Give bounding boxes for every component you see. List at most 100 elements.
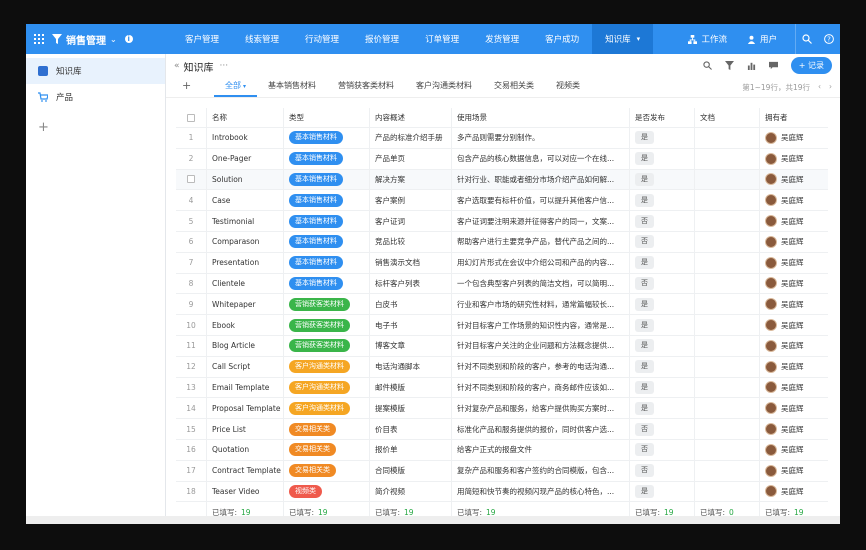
published-cell[interactable]: 是 — [630, 169, 695, 190]
name-cell[interactable]: Ebook — [207, 315, 284, 335]
document-cell[interactable] — [695, 356, 760, 377]
summary-cell[interactable]: 电子书 — [370, 315, 452, 335]
scene-cell[interactable]: 多产品则需要分别制作。 — [452, 128, 630, 148]
summary-cell[interactable]: 客户证词 — [370, 211, 452, 231]
owner-cell[interactable]: 吴庭辉 — [760, 482, 828, 502]
apps-grid-icon[interactable] — [26, 24, 52, 54]
summary-cell[interactable]: 简介视频 — [370, 481, 452, 502]
table-row[interactable]: 13 Email Template 客户沟通类材料 邮件模版 针对不同类别和阶段的客户，… — [176, 377, 828, 399]
published-cell[interactable]: 是 — [630, 315, 695, 335]
nav-tab[interactable]: 发货管理 — [472, 24, 532, 54]
column-header[interactable]: 文档 — [695, 108, 760, 127]
published-cell[interactable]: 否 — [630, 460, 695, 481]
add-table-button[interactable]: + — [26, 120, 165, 136]
app-switcher[interactable]: 销售管理 ⌄ i — [52, 32, 172, 47]
summary-cell[interactable]: 客户案例 — [370, 190, 452, 211]
published-cell[interactable]: 是 — [630, 377, 695, 398]
summary-cell[interactable]: 报价单 — [370, 439, 452, 460]
column-header[interactable]: 使用场景 — [452, 108, 630, 127]
type-cell[interactable]: 客户沟通类材料 — [284, 377, 370, 398]
comment-icon[interactable] — [769, 61, 779, 71]
more-options-icon[interactable]: ··· — [220, 61, 229, 71]
type-cell[interactable]: 视频类 — [284, 481, 370, 502]
published-cell[interactable]: 是 — [630, 252, 695, 273]
owner-cell[interactable]: 吴庭辉 — [760, 398, 828, 418]
type-cell[interactable]: 基本销售材料 — [284, 211, 370, 231]
type-cell[interactable]: 营销获客类材料 — [284, 335, 370, 356]
select-all-checkbox[interactable] — [187, 113, 195, 122]
view-tab[interactable]: 全部 ▾ — [214, 77, 258, 97]
name-cell[interactable]: Call Script — [207, 356, 284, 377]
table-row[interactable]: 5 Testimonial 基本销售材料 客户证词 客户证词要注明来源并征得客户的同一，… — [176, 211, 828, 232]
type-cell[interactable]: 营销获客类材料 — [284, 294, 370, 315]
type-cell[interactable]: 基本销售材料 — [284, 252, 370, 273]
summary-cell[interactable]: 合同模版 — [370, 460, 452, 481]
column-header[interactable]: 是否发布 — [630, 108, 695, 127]
column-header[interactable]: 类型 — [284, 108, 370, 127]
name-cell[interactable]: One-Pager — [207, 148, 284, 169]
type-cell[interactable]: 基本销售材料 — [284, 190, 370, 211]
table-row[interactable]: 14 Proposal Template 客户沟通类材料 提案模版 针对复杂产品和服务，… — [176, 398, 828, 420]
scene-cell[interactable]: 一个包含典型客户列表的简洁文档，可以简明... — [452, 273, 630, 294]
owner-cell[interactable]: 吴庭辉 — [760, 253, 828, 273]
document-cell[interactable] — [695, 460, 760, 481]
table-row[interactable]: 9 Whitepaper 营销获客类材料 白皮书 行业和客户市场的研究性材料，通常篇幅较… — [176, 294, 828, 316]
user-button[interactable]: 用户 — [737, 33, 787, 45]
table-row[interactable]: 18 Teaser Video 视频类 简介视频 用简短和快节奏的视频闪现产品的核心特色… — [176, 481, 828, 503]
published-cell[interactable]: 否 — [630, 211, 695, 231]
scene-cell[interactable]: 针对目标客户关注的企业问题和方法概念提供... — [452, 335, 630, 356]
scene-cell[interactable]: 针对目标客户工作场景的知识性内容，通常是... — [452, 315, 630, 335]
summary-cell[interactable]: 价目表 — [370, 419, 452, 439]
owner-cell[interactable]: 吴庭辉 — [760, 211, 828, 231]
document-cell[interactable] — [695, 252, 760, 273]
type-cell[interactable]: 交易相关类 — [284, 439, 370, 460]
table-row[interactable]: 7 Presentation 基本销售材料 销售演示文档 用幻灯片形式在会议中介绍公司和… — [176, 252, 828, 274]
scene-cell[interactable]: 针对不同类别和阶段的客户，参考的电话沟通... — [452, 356, 630, 377]
document-cell[interactable] — [695, 169, 760, 190]
view-tab[interactable]: 基本销售材料 — [257, 77, 327, 97]
type-cell[interactable]: 基本销售材料 — [284, 169, 370, 190]
published-cell[interactable]: 是 — [630, 398, 695, 419]
name-cell[interactable]: Case — [207, 190, 284, 211]
owner-cell[interactable]: 吴庭辉 — [760, 170, 828, 190]
scene-cell[interactable]: 客户选取要有标杆价值，可以提升其他客户信... — [452, 190, 630, 211]
nav-tab[interactable]: 线索管理 — [232, 24, 292, 54]
document-cell[interactable] — [695, 481, 760, 502]
name-cell[interactable]: Solution — [207, 169, 284, 190]
document-cell[interactable] — [695, 377, 760, 398]
scene-cell[interactable]: 针对复杂产品和服务，给客户提供购买方案时... — [452, 398, 630, 419]
column-header[interactable]: 名称 — [207, 108, 284, 127]
name-cell[interactable]: Introbook — [207, 128, 284, 148]
published-cell[interactable]: 是 — [630, 148, 695, 169]
published-cell[interactable]: 否 — [630, 273, 695, 294]
published-cell[interactable]: 是 — [630, 190, 695, 211]
type-cell[interactable]: 基本销售材料 — [284, 231, 370, 252]
name-cell[interactable]: Blog Article — [207, 335, 284, 356]
type-cell[interactable]: 客户沟通类材料 — [284, 398, 370, 419]
name-cell[interactable]: Contract Template — [207, 460, 284, 481]
scene-cell[interactable]: 复杂产品和服务和客户签约的合同模版，包含... — [452, 460, 630, 481]
published-cell[interactable]: 是 — [630, 356, 695, 377]
scene-cell[interactable]: 包含产品的核心数据信息，可以对应一个在线... — [452, 148, 630, 169]
info-icon[interactable]: i — [124, 35, 133, 43]
name-cell[interactable]: Presentation — [207, 252, 284, 273]
owner-cell[interactable]: 吴庭辉 — [760, 357, 828, 377]
add-record-button[interactable]: + 记录 — [790, 57, 832, 74]
table-row[interactable]: 2 One-Pager 基本销售材料 产品单页 包含产品的核心数据信息，可以对应一个在线… — [176, 148, 828, 170]
owner-cell[interactable]: 吴庭辉 — [760, 190, 828, 210]
type-cell[interactable]: 客户沟通类材料 — [284, 356, 370, 377]
scene-cell[interactable]: 帮助客户进行主要竞争产品，替代产品之间的... — [452, 231, 630, 252]
name-cell[interactable]: Teaser Video — [207, 481, 284, 502]
workflow-button[interactable]: 工作流 — [678, 33, 737, 45]
owner-cell[interactable]: 吴庭辉 — [760, 336, 828, 356]
document-cell[interactable] — [695, 148, 760, 169]
name-cell[interactable]: Whitepaper — [207, 294, 284, 315]
document-cell[interactable] — [695, 335, 760, 356]
view-tab[interactable]: 视频类 — [545, 77, 591, 97]
published-cell[interactable]: 否 — [630, 439, 695, 460]
document-cell[interactable] — [695, 294, 760, 315]
chevron-left-icon[interactable]: ‹ — [818, 82, 821, 93]
nav-tab[interactable]: 报价管理 — [352, 24, 412, 54]
owner-cell[interactable]: 吴庭辉 — [760, 274, 828, 294]
chart-icon[interactable] — [747, 61, 757, 71]
